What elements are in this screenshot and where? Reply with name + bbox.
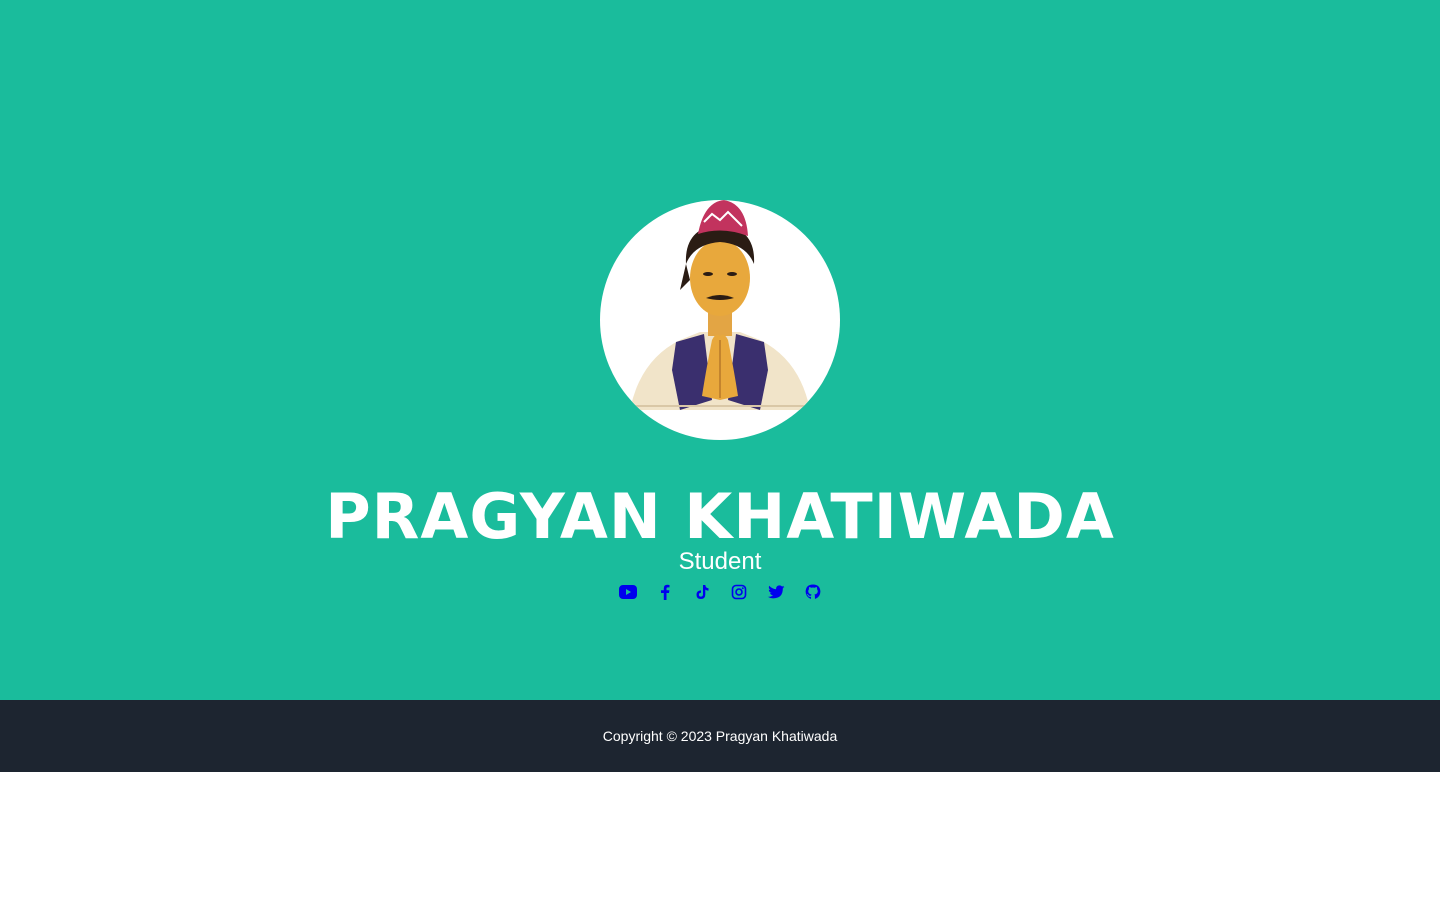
github-icon — [805, 584, 820, 599]
youtube-link[interactable] — [618, 583, 637, 601]
copyright-text: Copyright © 2023 Pragyan Khatiwada — [602, 728, 838, 744]
avatar — [600, 200, 840, 440]
footer: Copyright © 2023 Pragyan Khatiwada — [0, 700, 1440, 772]
tiktok-icon — [696, 585, 708, 599]
profile-photo — [630, 200, 810, 410]
page-title: PRAGYAN KHATIWADA — [325, 480, 1115, 553]
facebook-link[interactable] — [656, 583, 674, 601]
twitter-icon — [767, 584, 784, 598]
instagram-link[interactable] — [730, 583, 748, 601]
role-subtitle: Student — [678, 548, 762, 575]
masthead: PRAGYAN KHATIWADA Student — [0, 0, 1440, 700]
tiktok-link[interactable] — [693, 583, 711, 601]
github-link[interactable] — [804, 583, 822, 601]
social-links — [0, 580, 1440, 604]
instagram-icon — [731, 584, 746, 600]
youtube-icon — [618, 585, 637, 599]
twitter-link[interactable] — [767, 583, 785, 601]
facebook-icon — [660, 584, 669, 600]
